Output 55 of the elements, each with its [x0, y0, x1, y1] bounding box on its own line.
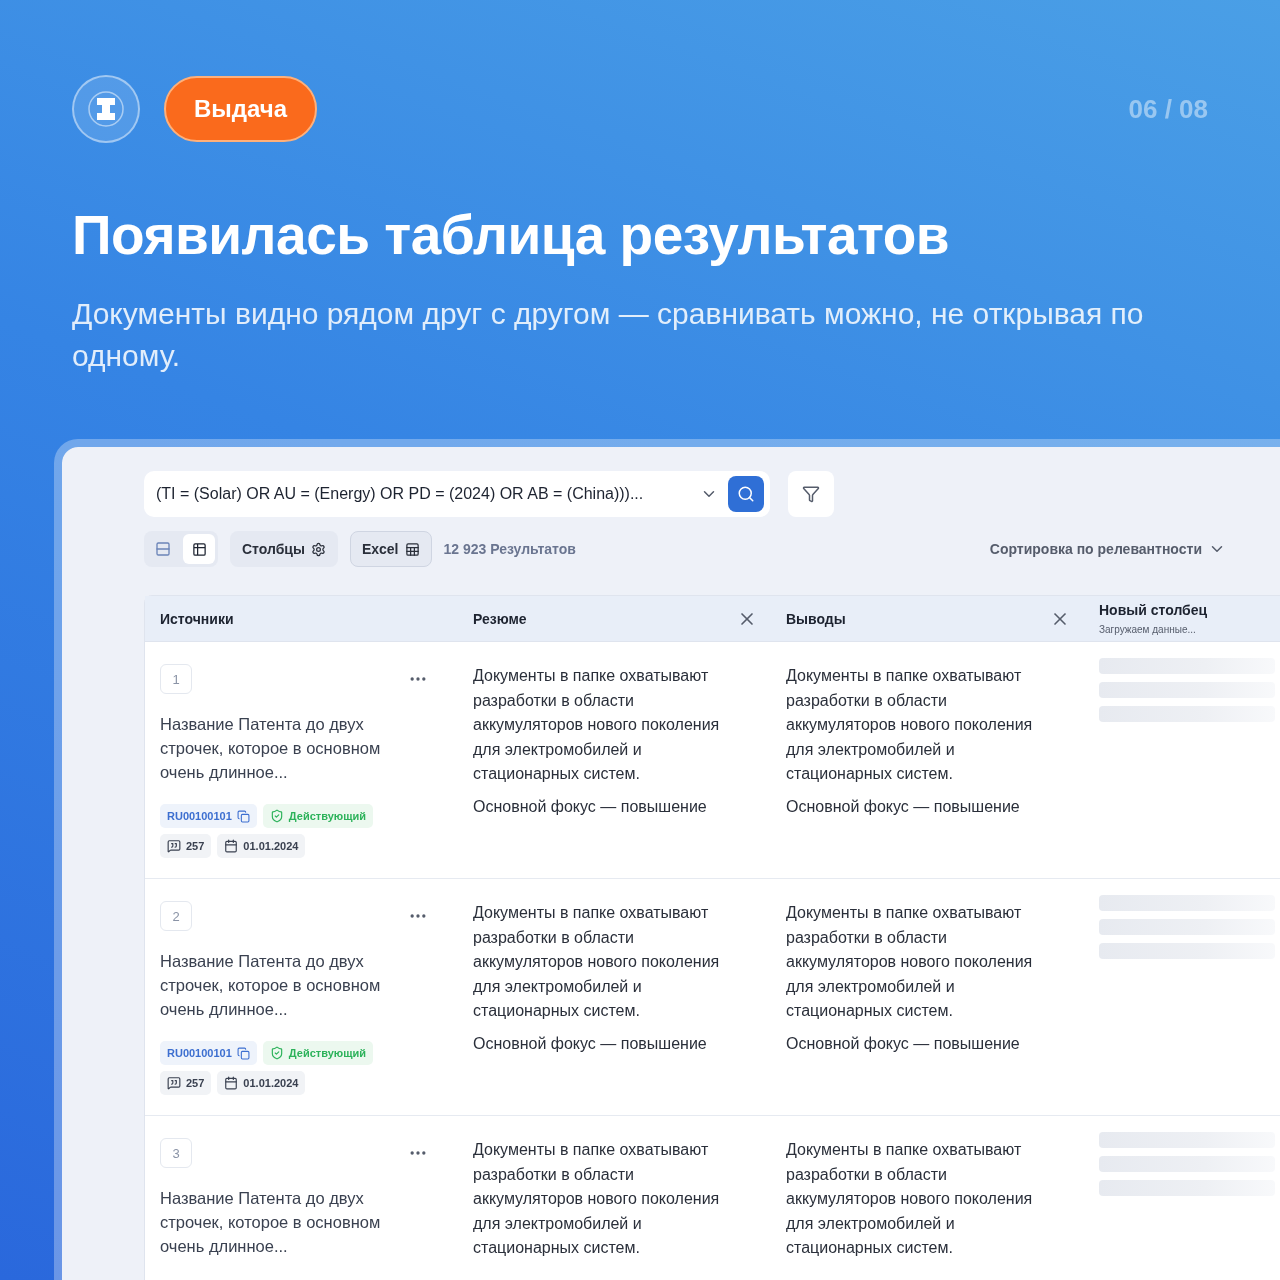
excel-button[interactable]: Excel	[349, 531, 432, 567]
column-title: Источники	[160, 610, 234, 627]
view-toggle[interactable]	[183, 534, 215, 564]
settings-icon	[310, 541, 326, 557]
search-field[interactable]: (TI = (Solar) OR AU = (Energy) OR PD = (2024) OR AB = (China)))...	[144, 471, 770, 517]
patent-id-tag: RU00100101	[160, 804, 257, 828]
filter-icon	[802, 485, 820, 503]
columns-button[interactable]: Столбцы	[230, 531, 338, 567]
results-count: 12 923 Результатов	[443, 541, 576, 557]
cell-text: Документы в папке охватывают разработки в области аккумуляторов нового поколения для электромобилей и стационарных систем.	[786, 1140, 1034, 1258]
cell-text: Основной фокус — повышение	[473, 796, 708, 817]
cell-text: Документы в папке охватывают разработки в области аккумуляторов нового поколения для электромобилей и стационарных систем.	[473, 1140, 721, 1258]
patent-title: Название Патента до двух строчек, которое в основном очень длинное...	[160, 951, 382, 1020]
patent-title: Название Патента до двух строчек, которое в основном очень длинное...	[160, 1188, 382, 1257]
row-number: 2	[160, 901, 192, 931]
copy-icon	[236, 809, 250, 823]
status-tag: Действующий	[262, 804, 373, 828]
page-title: Появилась таблица результатов	[72, 203, 951, 267]
cell-text: Документы в папке охватывают разработки в области аккумуляторов нового поколения для электромобилей и стационарных систем.	[786, 666, 1034, 784]
section-badge: Выдача	[164, 76, 318, 142]
shield-check-icon	[269, 809, 284, 823]
cell-text: Документы в папке охватывают разработки в области аккумуляторов нового поколения для электромобилей и стационарных систем.	[473, 903, 721, 1021]
filter-button[interactable]	[788, 471, 834, 517]
row-number: 3	[160, 1138, 192, 1168]
row-number: 1	[160, 664, 192, 694]
cell-text: Документы в папке охватывают разработки в области аккумуляторов нового поколения для электромобилей и стационарных систем.	[786, 903, 1034, 1021]
table-icon	[191, 541, 207, 557]
quote-icon	[167, 839, 181, 853]
shield-check-icon	[269, 1046, 284, 1060]
patent-title: Название Патента до двух строчек, которое в основном очень длинное...	[160, 714, 382, 783]
page-subtitle: Документы видно рядом друг с другом — сравнивать можно, не открывая по одному.	[72, 296, 1145, 374]
search-icon	[737, 485, 755, 503]
cell-text: Основной фокус — повышение	[786, 1033, 1021, 1054]
sort-dropdown[interactable]: Сортировка по релевантности	[989, 540, 1226, 558]
quote-icon	[167, 1076, 181, 1090]
loading-text: Загружаем данные...	[1099, 624, 1197, 635]
column-title: Резюме	[473, 610, 527, 627]
rows-icon	[155, 541, 171, 557]
table-icon	[404, 541, 420, 557]
column-title: Выводы	[786, 610, 846, 627]
calendar-icon	[224, 1076, 239, 1090]
column-title: Новый столбец	[1099, 602, 1208, 618]
patent-id-tag: RU00100101	[160, 1041, 257, 1065]
page-counter: 06 / 08	[1128, 93, 1208, 125]
date-tag: 01.01.2024	[217, 1071, 306, 1095]
cell-text: Документы в папке охватывают разработки в области аккумуляторов нового поколения для электромобилей и стационарных систем.	[473, 666, 721, 784]
citations-tag: 257	[160, 1071, 212, 1095]
cell-text: Основной фокус — повышение	[786, 796, 1021, 817]
search-button[interactable]	[728, 476, 764, 512]
calendar-icon	[224, 839, 239, 853]
date-tag: 01.01.2024	[217, 834, 306, 858]
status-tag: Действующий	[262, 1041, 373, 1065]
copy-icon	[236, 1046, 250, 1060]
citations-tag: 257	[160, 834, 212, 858]
cell-text: Основной фокус — повышение	[473, 1033, 708, 1054]
